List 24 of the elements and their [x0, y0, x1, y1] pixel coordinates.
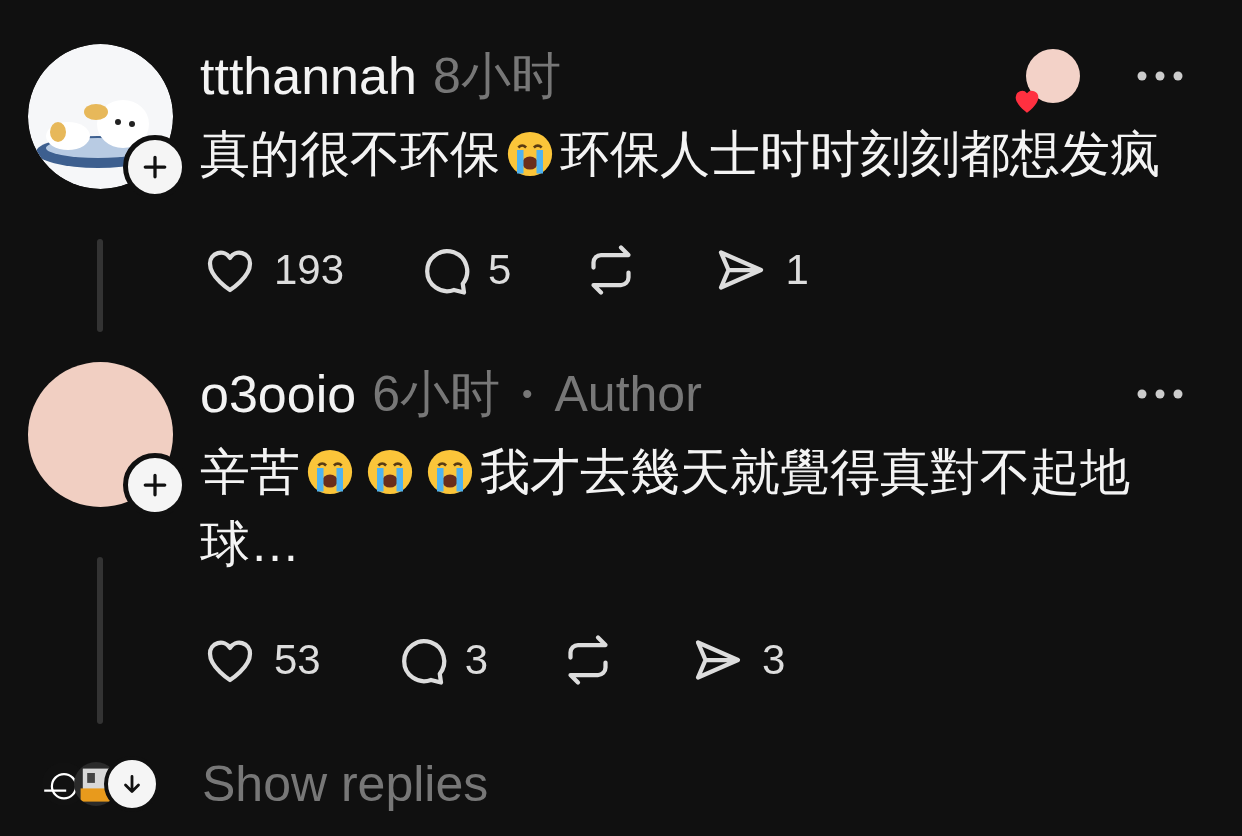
timestamp: 6小时: [372, 364, 500, 424]
plus-icon: [141, 472, 168, 498]
reply-button[interactable]: 3: [390, 630, 489, 690]
comment-text: 辛苦: [200, 443, 300, 502]
timestamp: 8小时: [432, 46, 561, 106]
separator-dot: •: [521, 377, 533, 411]
comment-text: 我才去幾天就覺得真對不起地: [480, 443, 1130, 502]
username[interactable]: ttthannah: [200, 46, 417, 106]
comment-text: 真的很不环保: [200, 125, 500, 184]
username[interactable]: o3ooio: [200, 364, 357, 424]
like-button[interactable]: 53: [200, 630, 321, 690]
like-button[interactable]: 193: [200, 240, 345, 300]
more-icon: [1136, 70, 1184, 82]
more-options-button[interactable]: [1136, 388, 1184, 400]
show-replies-link[interactable]: Show replies: [202, 755, 489, 813]
more-options-button[interactable]: [1136, 70, 1184, 82]
share-button[interactable]: 3: [688, 630, 786, 690]
reply-button[interactable]: 5: [414, 240, 512, 300]
more-icon: [1136, 388, 1184, 400]
share-button[interactable]: 1: [711, 240, 809, 300]
comment-text: 球…: [200, 515, 300, 574]
plus-icon: [141, 154, 168, 180]
comment-text: 环保人士时时刻刻都想发疯: [560, 125, 1160, 184]
author-label: Author: [554, 365, 702, 423]
